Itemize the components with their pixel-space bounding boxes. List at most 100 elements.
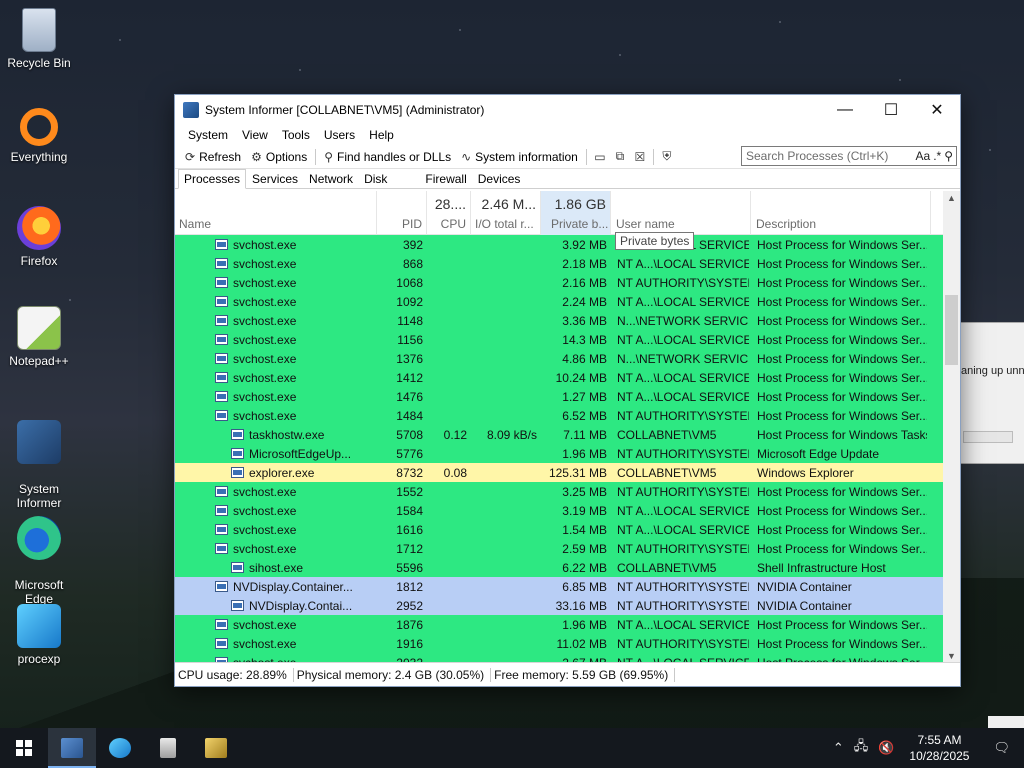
desktop-icon-edge[interactable]: Microsoft Edge [6,502,72,620]
column-label-private-bytes: Private b... [551,217,608,231]
match-case-toggle[interactable]: Aa [916,149,931,163]
process-row[interactable]: ⌄svchost.exe 1484 6.52 MB NT AUTHORITY\SYST… [175,406,945,425]
process-row[interactable]: svchost.exe 1376 4.86 MB N...\NETWORK SERVI… [175,349,945,368]
find-handles-button[interactable]: ⚲ Find handles or DLLs [319,150,456,164]
process-row[interactable]: svchost.exe 1616 1.54 MB NT A...\LOCAL SERV… [175,520,945,539]
process-row[interactable]: NVDisplay.Contai... 2952 33.16 MB NT AUTHOR… [175,596,945,615]
process-name-cell: ⌄svchost.exe [215,409,375,423]
column-header-cpu[interactable]: 28.... CPU [427,191,471,235]
process-row[interactable]: svchost.exe 1476 1.27 MB NT A...\LOCAL SERV… [175,387,945,406]
refresh-button[interactable]: ⟳ Refresh [180,150,246,164]
taskbar-procexp[interactable] [96,728,144,768]
start-button[interactable] [0,728,48,768]
menu-bar: System View Tools Users Help [175,125,960,145]
process-row[interactable]: ⌄svchost.exe 1712 2.59 MB NT AUTHORITY\SYST… [175,539,945,558]
column-label-description: Description [756,217,817,231]
kill-window-icon[interactable]: ☒ [630,148,650,166]
close-button[interactable]: ✕ [914,95,960,125]
process-name: NVDisplay.Contai... [249,599,353,613]
scroll-down-arrow-icon[interactable]: ▼ [943,651,960,661]
tab-firewall[interactable]: Firewall [420,170,471,188]
process-name: svchost.exe [233,618,297,632]
regex-toggle[interactable]: .* [933,149,941,163]
process-row[interactable]: svchost.exe 1068 2.16 MB NT AUTHORITY\SYSTE… [175,273,945,292]
notification-icon[interactable]: 🗨 [979,740,1024,756]
process-row[interactable]: svchost.exe 1412 10.24 MB NT A...\LOCAL SER… [175,368,945,387]
process-user-cell: NT A...\LOCAL SERVICE [617,618,749,632]
title-bar[interactable]: System Informer [COLLABNET\VM5] (Adminis… [175,95,960,125]
tab-disk[interactable]: Disk [359,170,392,188]
menu-help[interactable]: Help [362,128,401,142]
io-total: 2.46 M... [481,196,536,212]
process-row[interactable]: svchost.exe 1148 3.36 MB N...\NETWORK SERVI… [175,311,945,330]
background-window[interactable]: aning up unne [958,322,1024,464]
process-row[interactable]: svchost.exe 868 2.18 MB NT A...\LOCAL SERVI… [175,254,945,273]
search-input[interactable]: Search Processes (Ctrl+K) Aa .* ⚲ [741,146,957,166]
maximize-button[interactable]: ☐ [868,95,914,125]
process-row[interactable]: sihost.exe 5596 6.22 MB COLLABNET\VM5 Shell … [175,558,945,577]
shield-icon[interactable]: ⛨ [657,148,677,166]
process-priv-cell: 4.86 MB [562,352,607,366]
process-name-cell: svchost.exe [215,371,375,385]
process-row[interactable]: svchost.exe 1584 3.19 MB NT A...\LOCAL SERV… [175,501,945,520]
tab-devices[interactable]: Devices [473,170,526,188]
menu-system[interactable]: System [181,128,235,142]
clock-date: 10/28/2025 [909,749,970,763]
menu-users[interactable]: Users [317,128,362,142]
process-row[interactable]: svchost.exe 1916 11.02 MB NT AUTHORITY\SYST… [175,634,945,653]
scroll-up-arrow-icon[interactable]: ▲ [943,193,960,203]
process-priv-cell: 125.31 MB [548,466,607,480]
options-button[interactable]: ⚙ Options [246,150,312,164]
process-row[interactable]: MicrosoftEdgeUp... 5776 1.96 MB NT AUTHORIT… [175,444,945,463]
clock[interactable]: 7:55 AM 10/28/2025 [899,732,979,764]
scrollbar-thumb[interactable] [945,295,958,365]
column-header-io[interactable]: 2.46 M... I/O total r... [471,191,541,235]
network-icon[interactable]: 🖧 [849,737,874,759]
process-icon [215,296,228,307]
column-header-private-bytes[interactable]: 1.86 GB Private b... [541,191,611,235]
menu-view[interactable]: View [235,128,275,142]
process-row[interactable]: taskhostw.exe 5708 0.12 8.09 kB/s 7.11 MB COL… [175,425,945,444]
process-row[interactable]: ⌄NVDisplay.Container... 1812 6.85 MB NT AUT… [175,577,945,596]
taskbar-file-manager[interactable] [144,728,192,768]
process-row[interactable]: svchost.exe 1092 2.24 MB NT A...\LOCAL SERV… [175,292,945,311]
process-name: svchost.exe [233,352,297,366]
process-name-cell: explorer.exe [231,466,375,480]
taskbar-system-informer[interactable] [48,728,96,768]
process-name-cell: svchost.exe [215,238,375,252]
process-row[interactable]: svchost.exe 1876 1.96 MB NT A...\LOCAL SERV… [175,615,945,634]
process-desc-cell: Host Process for Windows Ser... [757,333,927,347]
process-desc-cell: Host Process for Windows Ser... [757,371,927,385]
column-header-description[interactable]: Description [751,191,931,235]
process-row[interactable]: svchost.exe3923.92 MBNT A...\LOCAL SERVI… [175,235,945,254]
process-name: svchost.exe [233,409,297,423]
minimize-button[interactable]: — [822,95,868,125]
column-header-name[interactable]: Name [175,191,377,235]
column-header-pid[interactable]: PID [377,191,427,235]
tab-network[interactable]: Network [304,170,358,188]
chevron-up-icon[interactable]: ⌃ [828,740,849,756]
desktop-icon-firefox[interactable]: Firefox [6,206,72,268]
tab-services[interactable]: Services [247,170,303,188]
menu-tools[interactable]: Tools [275,128,317,142]
tab-processes[interactable]: Processes [178,169,247,189]
desktop-icon-notepadpp[interactable]: Notepad++ [6,306,72,368]
volume-muted-icon[interactable]: 🔇 [873,740,899,756]
document-icon [160,738,176,758]
vertical-scrollbar[interactable]: ▲ ▼ [943,191,960,663]
column-header-user[interactable]: User name [611,191,751,235]
desktop-icon-procexp[interactable]: procexp [6,604,72,666]
process-user-cell: NT AUTHORITY\SYSTEM [617,485,749,499]
taskbar-app[interactable] [192,728,240,768]
private-bytes-total: 1.86 GB [554,196,606,212]
process-row[interactable]: svchost.exe 1156 14.3 MB NT A...\LOCAL SERV… [175,330,945,349]
desktop-icon-recycle-bin[interactable]: Recycle Bin [6,8,72,70]
process-row[interactable]: svchost.exe 1552 3.25 MB NT AUTHORITY\SYSTE… [175,482,945,501]
window-icon[interactable]: ▭ [590,148,610,166]
process-priv-cell: 1.54 MB [562,523,607,537]
process-row[interactable]: explorer.exe 8732 0.08 125.31 MB COLLABNET\V… [175,463,945,482]
find-window-icon[interactable]: ⧉ [610,148,630,166]
desktop-icon-everything[interactable]: Everything [6,108,72,164]
system-information-button[interactable]: ∿ System information [456,150,583,164]
desktop-icon-label: Notepad++ [9,354,69,368]
